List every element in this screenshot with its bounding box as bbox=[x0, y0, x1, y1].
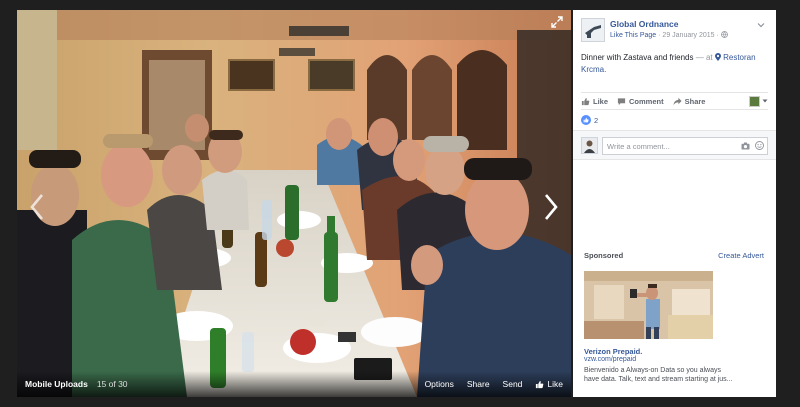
photo-viewer: Mobile Uploads 15 of 30 Options Share Se… bbox=[17, 10, 571, 397]
chevron-down-icon[interactable] bbox=[756, 20, 766, 30]
chevron-right-icon[interactable] bbox=[541, 192, 561, 222]
album-name-link[interactable]: Mobile Uploads bbox=[25, 379, 88, 389]
photo-bottom-bar: Mobile Uploads 15 of 30 Options Share Se… bbox=[17, 371, 571, 397]
post-separator: — at bbox=[695, 53, 713, 62]
chevron-left-icon[interactable] bbox=[27, 192, 47, 222]
ad-url[interactable]: vzw.com/prepaid bbox=[584, 356, 636, 363]
photo-send-button[interactable]: Send bbox=[503, 379, 523, 389]
camera-icon[interactable] bbox=[741, 142, 750, 150]
ad-description: Bienvenido a Always-on Data so you alway… bbox=[584, 367, 733, 383]
photo-like-label: Like bbox=[547, 379, 563, 389]
post-panel: Global Ordnance Like This Page · 29 Janu… bbox=[573, 10, 776, 397]
post-as-selector[interactable] bbox=[749, 95, 768, 107]
like-label: Like bbox=[593, 96, 609, 106]
commenter-avatar bbox=[581, 137, 598, 154]
comment-icon bbox=[617, 97, 626, 105]
map-pin-icon bbox=[714, 53, 721, 61]
comment-button[interactable]: Comment bbox=[617, 97, 664, 106]
post-header: Global Ordnance Like This Page · 29 Janu… bbox=[581, 18, 768, 42]
share-button[interactable]: Share bbox=[673, 96, 706, 106]
ad-title[interactable]: Verizon Prepaid. bbox=[584, 347, 642, 356]
page-name-link[interactable]: Global Ordnance bbox=[610, 19, 679, 29]
sponsored-header: Sponsored Create Advert bbox=[584, 251, 764, 263]
post-date[interactable]: 29 January 2015 bbox=[662, 32, 714, 39]
ad-image[interactable] bbox=[584, 271, 713, 339]
thumbs-up-icon bbox=[581, 97, 590, 105]
post-message: Dinner with Zastava and friends bbox=[581, 53, 694, 62]
expand-icon[interactable] bbox=[551, 16, 563, 28]
reaction-count[interactable]: 2 bbox=[594, 116, 598, 125]
globe-icon bbox=[720, 31, 728, 38]
like-reaction-icon bbox=[581, 115, 591, 125]
caret-down-icon bbox=[762, 98, 768, 104]
post-text: Dinner with Zastava and friends — at Res… bbox=[581, 52, 767, 76]
page-avatar[interactable] bbox=[581, 18, 605, 42]
emoji-icon[interactable] bbox=[755, 141, 764, 150]
post-meta: Like This Page · 29 January 2015 · bbox=[610, 31, 728, 39]
share-icon bbox=[673, 97, 682, 105]
like-button[interactable]: Like bbox=[581, 97, 608, 106]
photo-like-button[interactable]: Like bbox=[535, 379, 563, 389]
dinner-photo bbox=[17, 10, 571, 397]
sponsored-label: Sponsored bbox=[584, 251, 624, 260]
share-label: Share bbox=[684, 96, 706, 106]
photo-share-button[interactable]: Share bbox=[467, 379, 490, 389]
comment-composer bbox=[573, 130, 776, 160]
reactions-summary[interactable]: 2 bbox=[581, 112, 768, 128]
viewer-avatar bbox=[749, 95, 760, 107]
thumbs-up-icon bbox=[536, 380, 544, 388]
create-advert-link[interactable]: Create Advert bbox=[718, 251, 764, 260]
post-actions: Like Comment Share bbox=[581, 92, 768, 110]
like-page-link[interactable]: Like This Page bbox=[610, 32, 656, 39]
comment-label: Comment bbox=[629, 96, 664, 106]
options-button[interactable]: Options bbox=[425, 379, 454, 389]
photo-count: 15 of 30 bbox=[96, 379, 128, 389]
